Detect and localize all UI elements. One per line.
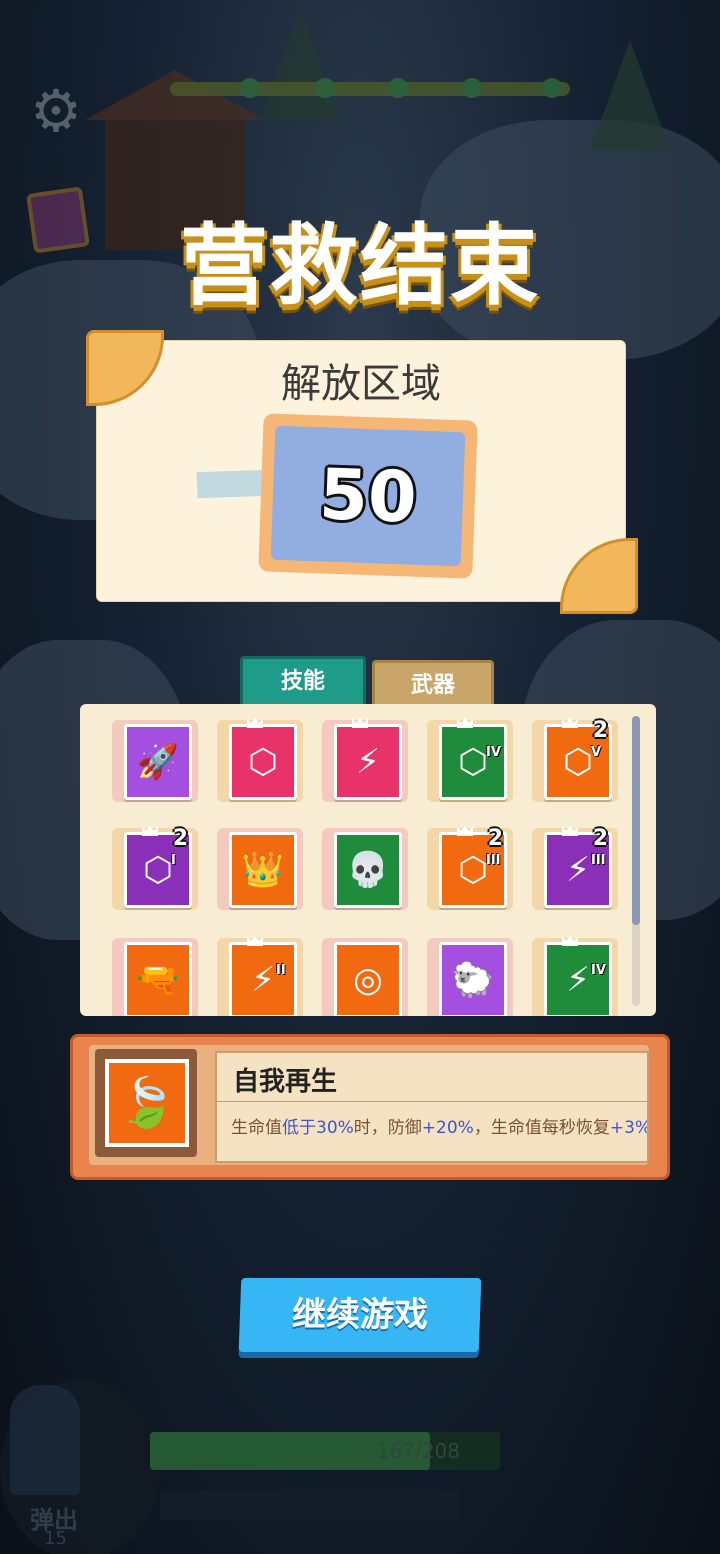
result-value: 50 — [317, 453, 419, 539]
skill-description: 生命值低于30%时，防御+20%，生命值每秒恢复+3%，持续12秒 — [231, 1113, 649, 1138]
skill-slot[interactable]: 🔫 — [112, 938, 198, 1016]
crown-icon — [562, 718, 578, 728]
desc-highlight: 低于30% — [282, 1118, 354, 1138]
hp-bar: 167/208 — [150, 1432, 500, 1470]
gear-icon[interactable]: ⚙ — [30, 82, 88, 140]
skill-tier: III — [486, 853, 501, 868]
result-panel: 解放区域 50 — [96, 340, 626, 602]
skill-slot[interactable]: ⬡ I 2 — [112, 826, 198, 910]
crown-icon — [457, 826, 473, 836]
skill-level: 2 — [487, 826, 503, 851]
skill-tier: V — [591, 745, 602, 760]
crown-icon — [352, 718, 368, 728]
skill-tier: II — [276, 963, 286, 978]
hp-text: 167/208 — [376, 1439, 460, 1463]
skill-slot[interactable]: ⬡ III 2 — [427, 826, 513, 910]
skill-tier: III — [591, 853, 606, 868]
skill-name: 自我再生 — [233, 1067, 338, 1097]
result-value-frame: 50 — [258, 413, 478, 579]
skill-tier: I — [171, 853, 176, 868]
skill-grid: 🚀 ⬡ ⚡ ⬡ IV ⬡ V 2 ⬡ I 2 👑 💀 ⬡ III 2 ⚡ III 2 🔫 ⚡ II ◎ 🐑 ⚡ IV — [80, 704, 656, 1016]
skill-tier: IV — [486, 745, 501, 760]
energy-bar — [160, 1490, 460, 1520]
skill-slot[interactable]: 👑 — [217, 828, 303, 910]
skill-slot[interactable]: 🚀 — [112, 720, 198, 802]
crown-icon — [562, 936, 578, 946]
tab-skills[interactable]: 技能 — [240, 656, 366, 719]
crown-icon — [142, 826, 158, 836]
skill-slot[interactable]: ⚡ — [322, 718, 408, 802]
page-title: 营救结束 — [179, 214, 540, 317]
skill-slot[interactable]: ⚡ III 2 — [532, 826, 618, 910]
desc-text: ，生命值每秒恢复 — [473, 1118, 610, 1138]
lightning-hand-icon: ⚡ — [251, 960, 275, 1000]
scroll-thumb[interactable] — [632, 716, 640, 925]
leaf-icon: 🍃 — [117, 1075, 177, 1131]
shield-icon: ⬡ — [248, 742, 278, 782]
desc-highlight: +3% — [609, 1118, 649, 1138]
skill-slot[interactable]: ⚡ IV — [532, 936, 618, 1016]
skill-slot[interactable]: ⬡ V 2 — [532, 718, 618, 802]
player-avatar — [10, 1385, 80, 1495]
skill-level: 2 — [592, 718, 608, 743]
sheep-icon: 🐑 — [451, 960, 495, 1000]
level-progress-track — [170, 78, 570, 98]
crown-icon — [457, 718, 473, 728]
desc-highlight: +20% — [421, 1118, 474, 1138]
rocket-icon: 🚀 — [136, 742, 180, 782]
shield-icon: ⬡ — [458, 742, 488, 782]
crown-icon — [247, 718, 263, 728]
skull-icon: 💀 — [346, 850, 390, 890]
magic-cape-icon: 👑 — [241, 850, 285, 890]
skill-slot[interactable]: ◎ — [322, 938, 408, 1016]
skill-detail-icon-frame: 🍃 — [95, 1049, 197, 1157]
desc-text: 时，防御 — [353, 1118, 422, 1138]
lightning-hand-icon: ⚡ — [566, 960, 590, 1000]
skill-slot[interactable]: ⬡ — [217, 718, 303, 802]
cannon-icon: 🔫 — [136, 960, 180, 1000]
desc-text: 生命值 — [231, 1118, 282, 1138]
result-label: 解放区域 — [281, 361, 441, 407]
continue-game-button[interactable]: 继续游戏 — [238, 1278, 482, 1352]
grid-scrollbar[interactable] — [632, 716, 640, 1006]
skill-level: 2 — [172, 826, 188, 851]
skill-slot[interactable]: 🐑 — [427, 938, 513, 1016]
lightning-hand-icon: ⚡ — [356, 742, 380, 782]
tape-decoration — [196, 469, 268, 499]
crown-icon — [562, 826, 578, 836]
skill-detail-panel: 🍃 自我再生 生命值低于30%时，防御+20%，生命值每秒恢复+3%，持续12秒 — [70, 1034, 670, 1180]
skill-level: 2 — [592, 826, 608, 851]
skill-slot[interactable]: 💀 — [322, 828, 408, 910]
target-ring-icon: ◎ — [353, 960, 383, 1000]
eject-count: 15 — [44, 1528, 67, 1549]
crown-icon — [247, 936, 263, 946]
skill-slot[interactable]: ⬡ IV — [427, 718, 513, 802]
skill-slot[interactable]: ⚡ II — [217, 936, 303, 1016]
skill-tier: IV — [591, 963, 606, 978]
